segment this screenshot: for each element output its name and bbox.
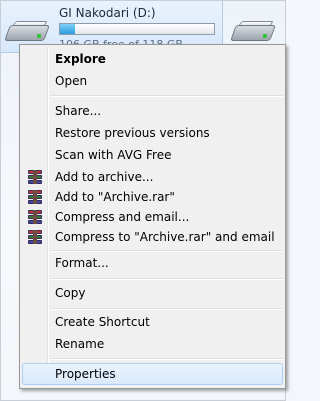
context-menu: Explore Open Share... Restore previous v… xyxy=(19,44,286,389)
menu-item-add-to-archive[interactable]: Add to archive... xyxy=(22,166,283,188)
explorer-window: GI Nakodari (D:) 106 GB free of 118 GB E… xyxy=(0,0,286,401)
menu-item-restore-previous-versions[interactable]: Restore previous versions xyxy=(22,122,283,144)
menu-item-share[interactable]: Share... xyxy=(22,100,283,122)
winrar-icon xyxy=(28,230,42,244)
hard-drive-icon[interactable] xyxy=(230,21,276,43)
winrar-icon xyxy=(28,210,42,224)
drive-name: GI Nakodari (D:) xyxy=(59,6,156,20)
menu-separator xyxy=(50,358,283,360)
menu-separator xyxy=(50,278,283,280)
drive-usage-fill xyxy=(60,24,76,34)
menu-separator xyxy=(50,308,283,310)
menu-item-add-to-archive-rar[interactable]: Add to "Archive.rar" xyxy=(22,186,283,208)
menu-item-properties[interactable]: Properties xyxy=(22,363,283,385)
winrar-icon xyxy=(28,170,42,184)
menu-item-explore[interactable]: Explore xyxy=(22,48,283,70)
winrar-icon xyxy=(28,190,42,204)
menu-item-scan-avg[interactable]: Scan with AVG Free xyxy=(22,144,283,166)
menu-item-create-shortcut[interactable]: Create Shortcut xyxy=(22,311,283,333)
menu-separator xyxy=(50,95,283,97)
menu-item-compress-to-archive-rar-email[interactable]: Compress to "Archive.rar" and email xyxy=(22,226,283,248)
menu-item-format[interactable]: Format... xyxy=(22,252,283,274)
menu-item-compress-and-email[interactable]: Compress and email... xyxy=(22,206,283,228)
menu-item-copy[interactable]: Copy xyxy=(22,282,283,304)
hard-drive-icon xyxy=(4,21,50,43)
drive-usage-bar xyxy=(59,23,215,35)
menu-item-rename[interactable]: Rename xyxy=(22,333,283,355)
menu-item-open[interactable]: Open xyxy=(22,70,283,92)
